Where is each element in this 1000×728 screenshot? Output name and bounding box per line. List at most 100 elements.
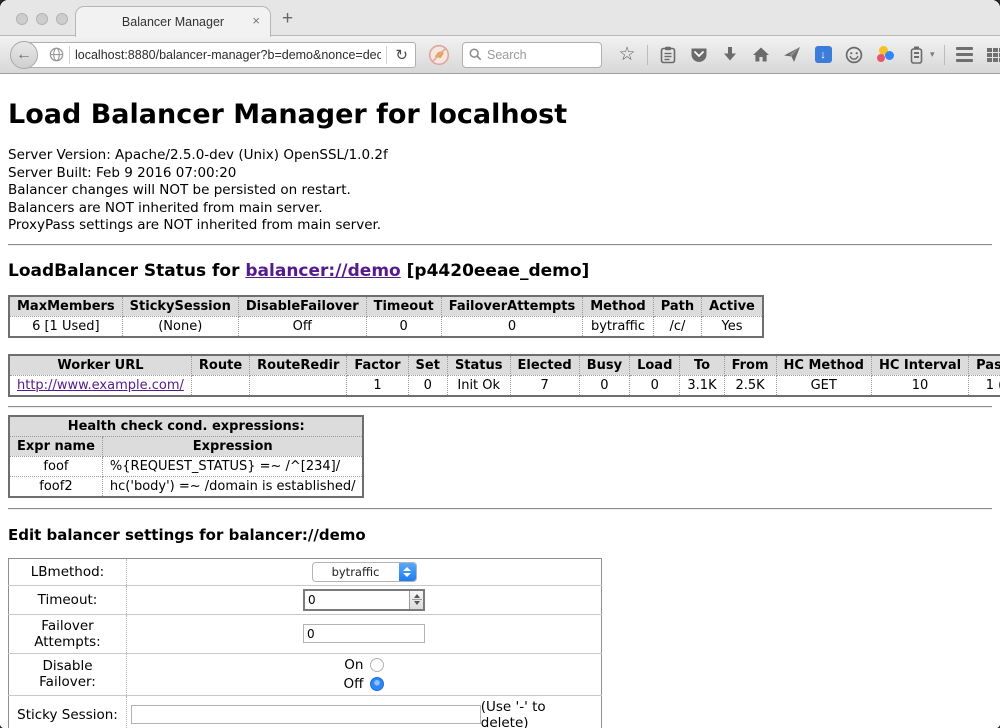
col-load: Load [630,355,680,376]
worker-table: Worker URL Route RouteRedir Factor Set S… [8,354,1000,397]
urlbar-divider [386,46,387,64]
new-tab-button[interactable]: + [282,8,293,30]
close-window-button[interactable] [16,13,28,25]
lbmethod-select[interactable]: bytraffic [312,562,417,582]
balancer-demo-link[interactable]: balancer://demo [245,261,400,281]
persist-note-line: Balancer changes will NOT be persisted o… [8,182,992,200]
sticky-delete-hint: (Use '-' to delete) [481,699,597,728]
search-bar[interactable] [462,42,602,68]
minimize-window-button[interactable] [36,13,48,25]
grid-extension-icon[interactable] [985,43,1000,67]
feedback-smiley-icon[interactable] [843,43,865,67]
worker-url-link[interactable]: http://www.example.com/ [17,378,184,393]
method-value: bytraffic [583,316,653,337]
balancer-status-heading: LoadBalancer Status for balancer://demo … [8,261,992,281]
radio-off[interactable] [370,677,384,691]
sticky-session-input[interactable] [131,705,481,724]
hc-method-value: GET [776,375,871,396]
reload-icon[interactable]: ↻ [392,46,411,64]
lbmethod-label: LBmethod: [9,558,127,585]
failoverattempts-value: 0 [441,316,583,337]
section-divider [8,508,992,510]
home-icon[interactable] [750,43,772,67]
battery-extension-icon[interactable] [905,43,927,67]
col-from: From [724,355,776,376]
col-busy: Busy [579,355,629,376]
col-active: Active [702,296,763,317]
radio-on-label: On [344,657,363,673]
chevron-down-icon[interactable]: ▾ [930,49,935,60]
health-row-foof: foof %{REQUEST_STATUS} =~ /^[234]/ [9,456,363,476]
radio-on[interactable] [370,658,384,672]
zoom-window-button[interactable] [56,13,68,25]
server-version-line: Server Version: Apache/2.5.0-dev (Unix) … [8,147,992,165]
hc-interval-value: 10 [871,375,968,396]
col-factor: Factor [347,355,408,376]
route-value [191,375,249,396]
tab-balancer-manager[interactable]: Balancer Manager × [75,6,271,37]
send-icon[interactable] [781,43,803,67]
timeout-input[interactable] [305,591,409,609]
expression-value: hc('body') =~ /domain is established/ [102,476,363,497]
tab-close-icon[interactable]: × [252,14,260,28]
path-value: /c/ [653,316,701,337]
from-value: 2.5K [724,375,776,396]
browser-window: Balancer Manager × + ← localhost:8880/ba… [0,0,1000,728]
pocket-icon[interactable] [688,43,710,67]
maxmembers-value: 6 [1 Used] [9,316,122,337]
inherit-note-line: Balancers are NOT inherited from main se… [8,200,992,218]
edit-balancer-form: LBmethod: bytraffic Timeout: [8,558,602,728]
col-stickysession: StickySession [122,296,238,317]
search-input[interactable] [487,48,595,62]
worker-value-row: http://www.example.com/ 1 0 Init Ok 7 0 … [9,375,1000,396]
address-text[interactable]: localhost:8880/balancer-manager?b=demo&n… [75,48,381,62]
url-bar[interactable]: localhost:8880/balancer-manager?b=demo&n… [24,42,416,68]
bookmark-star-icon[interactable]: ☆ [616,43,638,67]
search-icon [469,48,482,61]
select-stepper-icon [399,563,416,581]
elected-value: 7 [510,375,579,396]
worker-url-cell: http://www.example.com/ [9,375,191,396]
colored-dots-extension-icon[interactable] [874,43,896,67]
page-title: Load Balancer Manager for localhost [8,99,992,130]
col-method: Method [583,296,653,317]
status-value-row: 6 [1 Used] (None) Off 0 0 bytraffic /c/ … [9,316,763,337]
disable-failover-radios: On Off [344,657,385,692]
col-path: Path [653,296,701,317]
content-blocker-icon[interactable] [428,44,450,66]
disablefailover-value: Off [238,316,366,337]
health-table-title: Health check cond. expressions: [9,416,363,437]
health-check-table: Health check cond. expressions: Expr nam… [8,415,364,498]
status-heading-suffix: [p4420eeae_demo] [401,261,590,281]
worker-header-row: Worker URL Route RouteRedir Factor Set S… [9,355,1000,376]
toolbar-separator [647,45,648,65]
timeout-label: Timeout: [9,585,127,614]
routeredir-value [250,375,347,396]
active-value: Yes [702,316,763,337]
menu-hamburger-icon[interactable] [954,43,976,67]
health-row-foof2: foof2 hc('body') =~ /domain is establish… [9,476,363,497]
urlbar-divider [69,46,70,64]
health-header-row: Expr name Expression [9,436,363,456]
page-content: Load Balancer Manager for localhost Serv… [0,74,1000,728]
factor-value: 1 [347,375,408,396]
back-button[interactable]: ← [10,41,38,69]
toolbar-separator [944,45,945,65]
number-spinner-icon[interactable] [409,591,423,609]
failover-attempts-row: Failover Attempts: [9,614,602,653]
failover-attempts-input[interactable] [303,624,425,643]
download-icon[interactable] [719,43,741,67]
col-passes: Passes [969,355,1000,376]
clipboard-icon[interactable] [657,43,679,67]
balancer-status-table: MaxMembers StickySession DisableFailover… [8,295,764,338]
tab-bar: Balancer Manager × + [0,0,1000,36]
disable-failover-row: Disable Failover: On Off [9,653,602,695]
status-header-row: MaxMembers StickySession DisableFailover… [9,296,763,317]
failover-attempts-label: Failover Attempts: [9,614,127,653]
col-disablefailover: DisableFailover [238,296,366,317]
server-built-line: Server Built: Feb 9 2016 07:00:20 [8,165,992,183]
reader-extension-icon[interactable]: ↓ [812,43,834,67]
col-route: Route [191,355,249,376]
edit-settings-heading: Edit balancer settings for balancer://de… [8,526,992,544]
timeout-value: 0 [366,316,441,337]
